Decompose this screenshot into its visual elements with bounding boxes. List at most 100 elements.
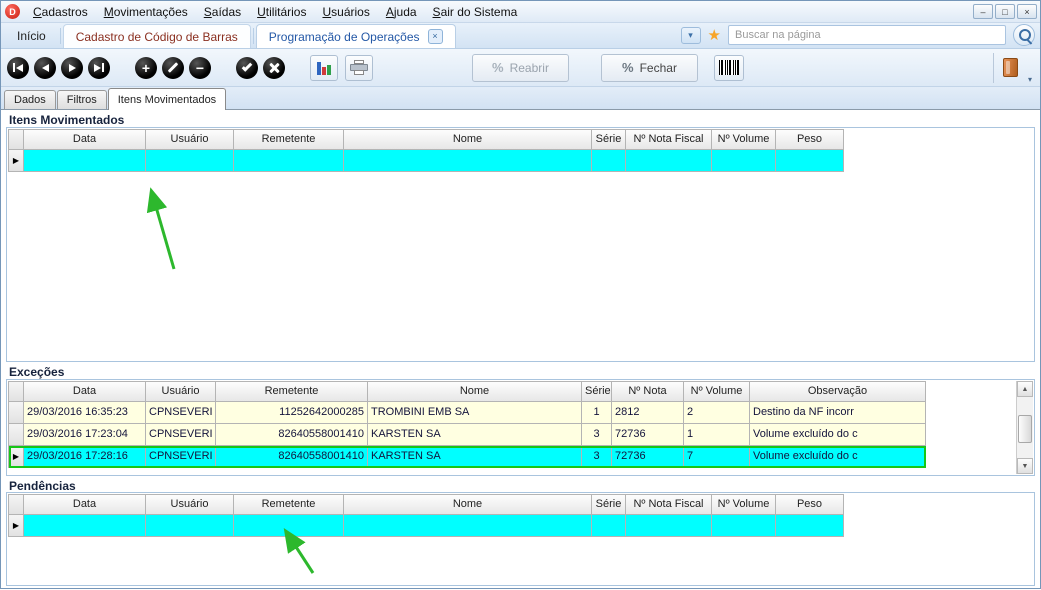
last-record-button[interactable] (88, 57, 110, 79)
column-header[interactable]: Nº Nota Fiscal (626, 130, 712, 150)
cell-data[interactable]: CPNSEVERI (146, 424, 216, 446)
cell-data[interactable]: CPNSEVERI (146, 446, 216, 468)
menu-saidas[interactable]: Saídas (196, 2, 249, 22)
tab-inicio[interactable]: Início (5, 24, 58, 48)
column-header[interactable]: Remetente (216, 382, 368, 402)
column-header[interactable]: Nº Volume (712, 495, 776, 515)
column-header[interactable]: Nome (368, 382, 582, 402)
cell-data[interactable] (626, 515, 712, 537)
cell-data[interactable] (146, 150, 234, 172)
print-button[interactable] (345, 55, 373, 81)
table-row[interactable]: 29/03/2016 16:35:23 CPNSEVERI 1125264200… (9, 402, 926, 424)
cell-data[interactable] (712, 150, 776, 172)
scroll-up-icon[interactable]: ▲ (1017, 381, 1033, 397)
cell-data[interactable]: 3 (582, 424, 612, 446)
column-header[interactable]: Usuário (146, 382, 216, 402)
column-header[interactable]: Nº Volume (684, 382, 750, 402)
cell-data[interactable]: CPNSEVERI (146, 402, 216, 424)
cell-data[interactable]: Volume excluído do c (750, 446, 926, 468)
tab-filtros[interactable]: Filtros (57, 90, 107, 109)
table-row[interactable]: ▶ (9, 515, 844, 537)
row-selector[interactable] (9, 402, 24, 424)
column-header[interactable]: Usuário (146, 130, 234, 150)
cell-data[interactable]: 11252642000285 (216, 402, 368, 424)
cell-data[interactable]: KARSTEN SA (368, 446, 582, 468)
tab-programacao-operacoes[interactable]: Programação de Operações × (256, 24, 456, 48)
menu-ajuda[interactable]: Ajuda (378, 2, 425, 22)
column-header[interactable]: Nº Nota Fiscal (626, 495, 712, 515)
cell-data[interactable]: Destino da NF incorr (750, 402, 926, 424)
column-header[interactable]: Data (24, 130, 146, 150)
column-header[interactable]: Usuário (146, 495, 234, 515)
cell-data[interactable]: 7 (684, 446, 750, 468)
cell-data[interactable] (24, 515, 146, 537)
column-header[interactable]: Data (24, 382, 146, 402)
tab-itens-movimentados[interactable]: Itens Movimentados (108, 88, 226, 110)
chevron-down-icon[interactable]: ▾ (681, 27, 701, 44)
table-row[interactable]: ▶ (9, 150, 844, 172)
exit-door-icon[interactable] (1003, 58, 1018, 77)
cancel-button[interactable] (263, 57, 285, 79)
cell-data[interactable] (592, 150, 626, 172)
cell-data[interactable]: 29/03/2016 17:28:16 (24, 446, 146, 468)
cell-data[interactable] (776, 515, 844, 537)
close-button[interactable]: × (1017, 4, 1037, 19)
menu-utilitarios[interactable]: Utilitários (249, 2, 314, 22)
cell-data[interactable]: 1 (684, 424, 750, 446)
cell-data[interactable] (626, 150, 712, 172)
scrollbar-thumb[interactable] (1018, 415, 1032, 443)
column-header[interactable]: Série (582, 382, 612, 402)
add-record-button[interactable]: + (135, 57, 157, 79)
table-row[interactable]: 29/03/2016 17:23:04 CPNSEVERI 8264055800… (9, 424, 926, 446)
menu-cadastros[interactable]: Cadastros (25, 2, 96, 22)
cell-data[interactable]: 82640558001410 (216, 446, 368, 468)
column-header[interactable]: Data (24, 495, 146, 515)
confirm-button[interactable] (236, 57, 258, 79)
cell-data[interactable] (776, 150, 844, 172)
tab-dados[interactable]: Dados (4, 90, 56, 109)
column-header[interactable]: Série (592, 495, 626, 515)
previous-record-button[interactable] (34, 57, 56, 79)
chevron-down-icon[interactable]: ▾ (1028, 76, 1032, 84)
barcode-button[interactable] (714, 55, 744, 81)
minimize-button[interactable]: – (973, 4, 993, 19)
cell-data[interactable] (344, 515, 592, 537)
column-header[interactable]: Nº Nota (612, 382, 684, 402)
tab-cadastro-codigo-barras[interactable]: Cadastro de Código de Barras (63, 24, 251, 48)
menu-movimentacoes[interactable]: Movimentações (96, 2, 196, 22)
menu-usuarios[interactable]: Usuários (314, 2, 377, 22)
cell-data[interactable]: 2 (684, 402, 750, 424)
row-selector[interactable] (9, 424, 24, 446)
row-selector[interactable]: ▶ (9, 446, 24, 468)
cell-data[interactable]: 2812 (612, 402, 684, 424)
cell-data[interactable] (234, 150, 344, 172)
cell-data[interactable] (592, 515, 626, 537)
delete-record-button[interactable]: − (189, 57, 211, 79)
reabrir-button[interactable]: % Reabrir (472, 54, 569, 82)
vertical-scrollbar[interactable]: ▲ ▼ (1016, 381, 1033, 474)
cell-data[interactable] (712, 515, 776, 537)
table-row-selected[interactable]: ▶ 29/03/2016 17:28:16 CPNSEVERI 82640558… (9, 446, 926, 468)
row-selector[interactable]: ▶ (9, 150, 24, 172)
column-header[interactable]: Observação (750, 382, 926, 402)
column-header[interactable]: Nome (344, 495, 592, 515)
cell-data[interactable]: Volume excluído do c (750, 424, 926, 446)
cell-data[interactable]: TROMBINI EMB SA (368, 402, 582, 424)
maximize-button[interactable]: □ (995, 4, 1015, 19)
row-selector[interactable]: ▶ (9, 515, 24, 537)
cell-data[interactable]: 29/03/2016 16:35:23 (24, 402, 146, 424)
menu-sair-do-sistema[interactable]: Sair do Sistema (425, 2, 526, 22)
close-tab-icon[interactable]: × (428, 29, 443, 44)
column-header[interactable]: Nº Volume (712, 130, 776, 150)
cell-data[interactable]: 3 (582, 446, 612, 468)
cell-data[interactable]: 72736 (612, 424, 684, 446)
cell-data[interactable] (344, 150, 592, 172)
cell-data[interactable]: 82640558001410 (216, 424, 368, 446)
fechar-button[interactable]: % Fechar (601, 54, 698, 82)
favorite-star-icon[interactable]: ★ (708, 28, 721, 43)
column-header[interactable]: Remetente (234, 130, 344, 150)
search-input[interactable] (728, 25, 1006, 45)
next-record-button[interactable] (61, 57, 83, 79)
cell-data[interactable]: 1 (582, 402, 612, 424)
first-record-button[interactable] (7, 57, 29, 79)
